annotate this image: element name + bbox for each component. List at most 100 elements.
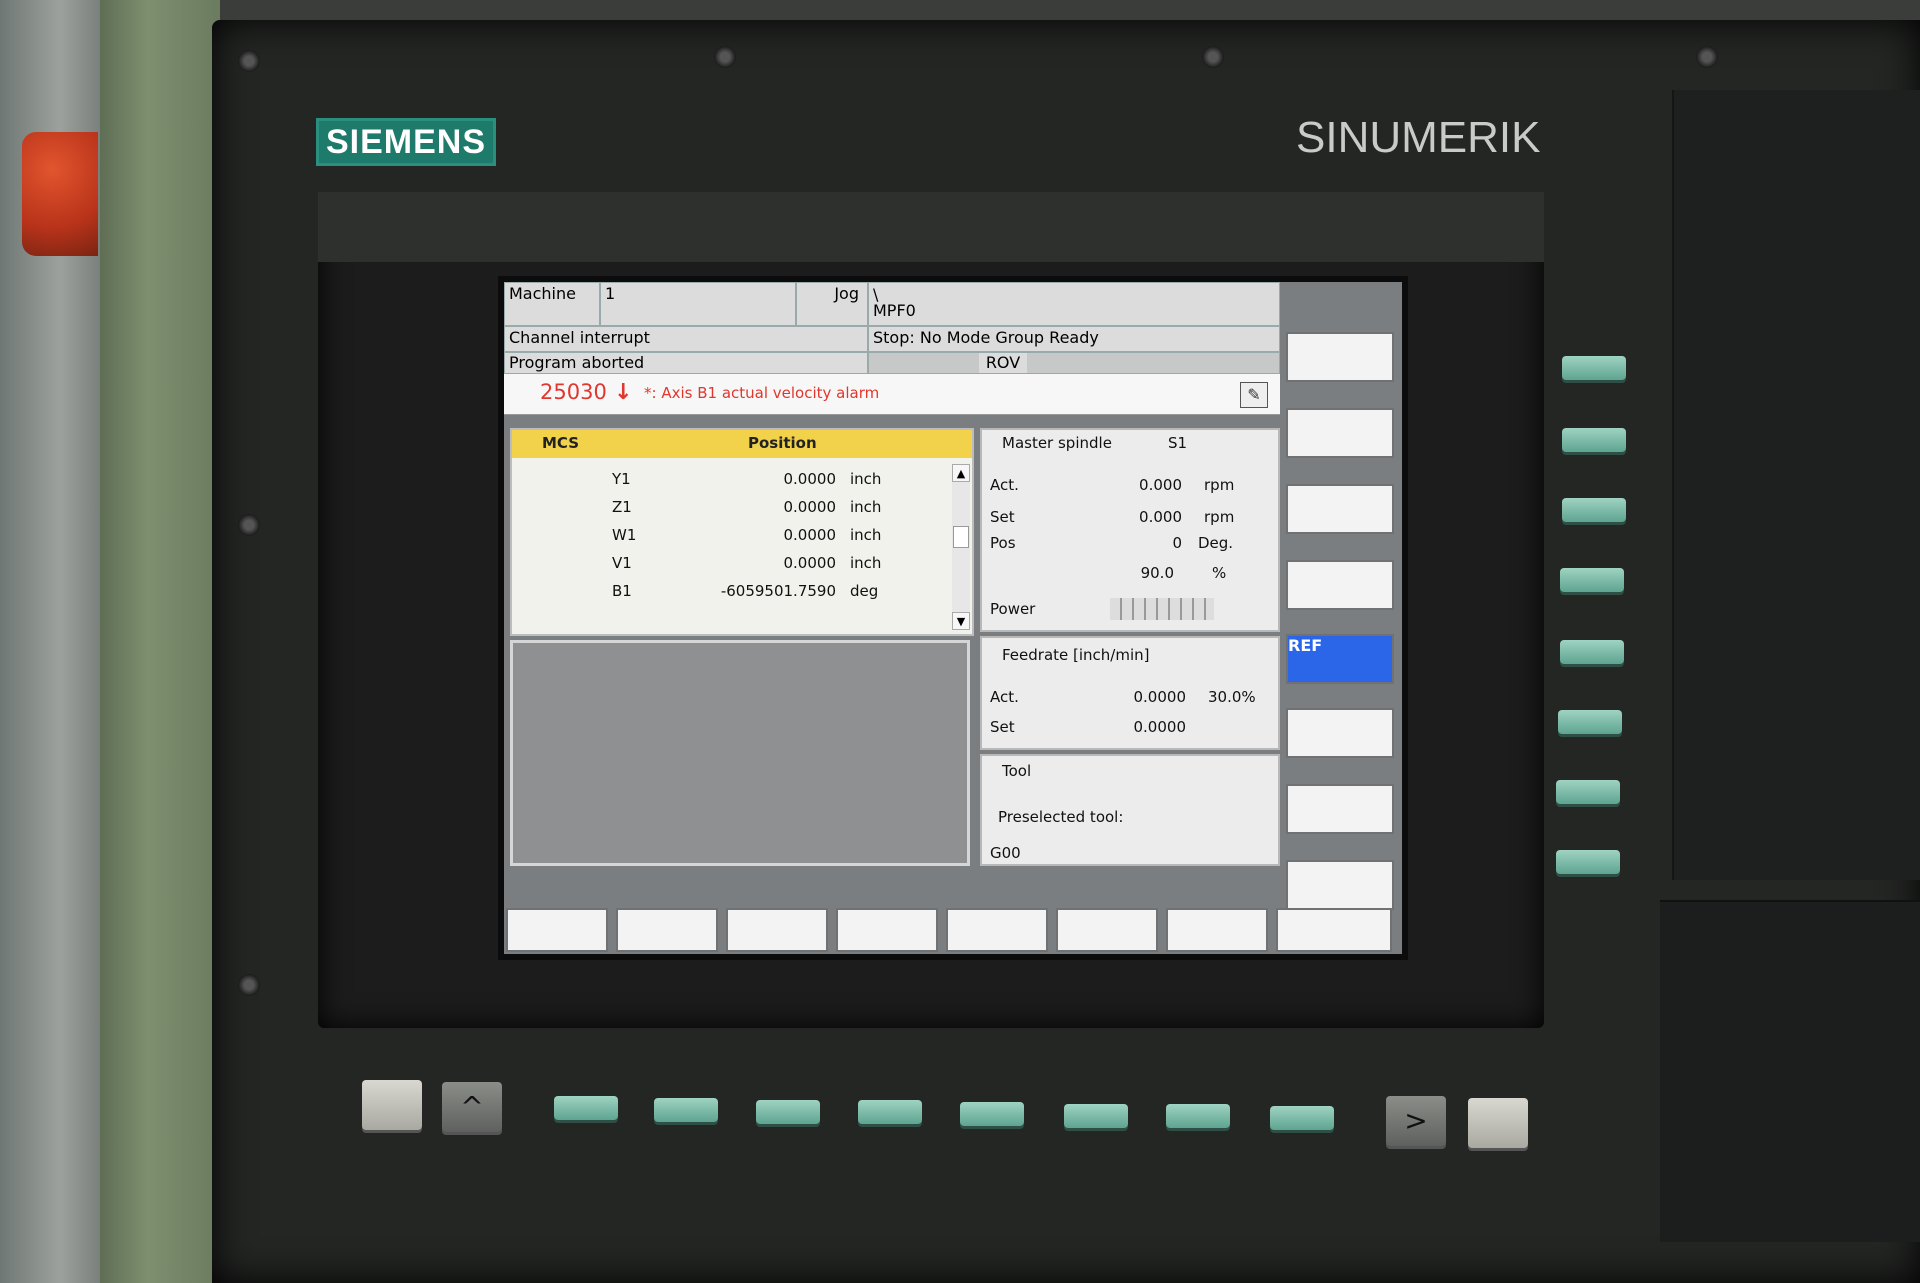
ref-softkey[interactable]: REF [1286,634,1394,684]
mode-label: Jog [796,282,868,326]
vertical-softkey-7[interactable] [1286,784,1394,834]
vertical-softkey-6[interactable] [1286,708,1394,758]
caret-up-icon: ^ [460,1090,484,1123]
vertical-softkey-button-6[interactable] [1558,710,1622,734]
tool-panel: Tool Preselected tool: G00 [980,754,1280,866]
scroll-up-icon[interactable]: ▲ [952,464,970,482]
siemens-logo: SIEMENS [316,118,496,166]
feed-override: 30.0% [1208,688,1256,706]
vertical-softkey-button-7[interactable] [1556,780,1620,804]
axis-value: 0.0000 [783,470,837,488]
rov-status-bar: ROV [868,352,1280,374]
vertical-softkey-1[interactable] [1286,332,1394,382]
spindle-act-label: Act. [990,476,1019,494]
vertical-softkey-4[interactable] [1286,560,1394,610]
axis-value: 0.0000 [783,554,837,572]
axis-unit: deg [850,582,879,600]
machine-frame [100,0,220,1283]
spindle-id: S1 [1168,434,1188,452]
vertical-softkey-button-1[interactable] [1562,356,1626,380]
vertical-softkey-button-2[interactable] [1562,428,1626,452]
spindle-set-value: 0.000 [1139,508,1182,526]
vertical-softkey-button-5[interactable] [1560,640,1624,664]
horizontal-softkey-2[interactable] [616,908,718,952]
horizontal-softkey-1[interactable] [506,908,608,952]
vertical-softkey-button-4[interactable] [1560,568,1624,592]
screw-icon [238,514,260,536]
axis-name: W1 [612,526,637,544]
scroll-thumb[interactable] [953,526,969,548]
pencil-icon[interactable]: ✎ [1240,382,1268,408]
program-status: Program aborted [504,352,868,374]
tool-title: Tool [1002,762,1032,780]
graphics-area [510,640,970,866]
screen-bezel-top [318,192,1544,262]
vertical-softkey-3[interactable] [1286,484,1394,534]
sinumerik-label: SINUMERIK [1296,113,1541,162]
axis-unit: inch [850,498,882,516]
vertical-softkey-button-3[interactable] [1562,498,1626,522]
spindle-set-unit: rpm [1204,508,1235,526]
horizontal-softkey-button-1[interactable] [554,1096,618,1120]
side-panel [1672,90,1920,880]
horizontal-softkey-7[interactable] [1166,908,1268,952]
feedrate-panel: Feedrate [inch/min] Act. 0.0000 30.0% Se… [980,636,1280,750]
etc-button[interactable]: > [1386,1096,1446,1146]
horizontal-softkey-button-7[interactable] [1166,1104,1230,1128]
horizontal-softkey-8[interactable] [1276,908,1392,952]
spindle-act-unit: rpm [1204,476,1235,494]
recall-button[interactable] [362,1080,422,1130]
screw-icon [714,46,736,68]
horizontal-softkey-button-5[interactable] [960,1102,1024,1126]
alarm-text: *: Axis B1 actual velocity alarm [644,384,880,402]
scroll-down-icon[interactable]: ▼ [952,612,970,630]
axis-name: V1 [612,554,632,572]
horizontal-softkey-button-4[interactable] [858,1100,922,1124]
master-spindle-panel: Master spindle S1 Act. 0.000 rpm Set 0.0… [980,428,1280,632]
axis-name: B1 [612,582,632,600]
stop-status: Stop: No Mode Group Ready [868,326,1280,352]
screw-icon [238,974,260,996]
spindle-act-value: 0.000 [1139,476,1182,494]
spindle-pos-value: 0 [1172,534,1182,552]
horizontal-softkey-4[interactable] [836,908,938,952]
program-name: MPF0 [873,301,916,320]
axis-row: Z1 0.0000 inch [512,494,952,522]
horizontal-softkey-6[interactable] [1056,908,1158,952]
vertical-softkey-2[interactable] [1286,408,1394,458]
horizontal-softkey-button-8[interactable] [1270,1106,1334,1130]
axis-row: B1 -6059501.7590 deg [512,578,952,606]
path-root: \ [873,285,879,304]
horizontal-softkey-5[interactable] [946,908,1048,952]
axis-value: 0.0000 [783,498,837,516]
scrollbar[interactable]: ▲ ▼ [952,464,970,630]
channel-number: 1 [600,282,796,326]
horizontal-softkey-button-3[interactable] [756,1100,820,1124]
axis-row: V1 0.0000 inch [512,550,952,578]
menu-select-button[interactable] [1468,1098,1528,1148]
gcode-group: G00 [990,844,1021,862]
emergency-stop-button[interactable] [22,132,98,256]
vertical-softkey-8[interactable] [1286,860,1394,910]
spindle-override-value: 90.0 [1140,564,1174,582]
horizontal-softkey-3[interactable] [726,908,828,952]
feed-set-value: 0.0000 [1133,718,1187,736]
axis-value: -6059501.7590 [720,582,836,600]
area-label: Machine [504,282,600,326]
spindle-pos-label: Pos [990,534,1016,552]
machine-area-button[interactable]: ^ [442,1082,502,1132]
spindle-override-unit: % [1212,564,1227,582]
vertical-softkey-button-8[interactable] [1556,850,1620,874]
horizontal-softkey-button-2[interactable] [654,1098,718,1122]
screw-icon [1696,46,1718,68]
alarm-line[interactable]: 25030 ↓ *: Axis B1 actual velocity alarm… [504,374,1280,415]
axis-name: Z1 [612,498,632,516]
axis-unit: inch [850,470,882,488]
axis-row: Y1 0.0000 inch [512,466,952,494]
spindle-title: Master spindle [1002,434,1112,452]
chevron-right-icon: > [1404,1104,1428,1137]
power-label: Power [990,600,1036,618]
horizontal-softkey-button-6[interactable] [1064,1104,1128,1128]
mcs-header: MCS Position [512,430,972,458]
spindle-set-label: Set [990,508,1015,526]
